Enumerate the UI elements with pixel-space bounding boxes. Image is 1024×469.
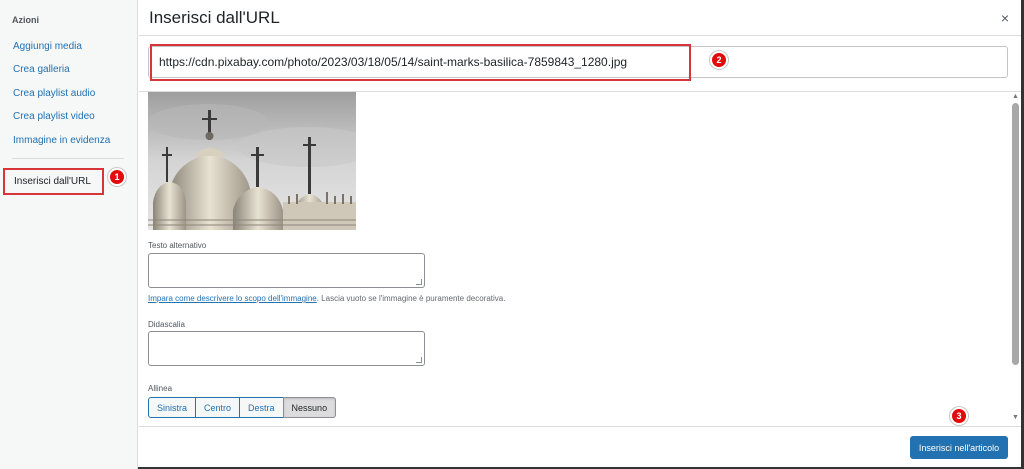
actions-sidebar: Azioni Aggiungi media Crea galleria Crea… bbox=[0, 0, 138, 469]
resize-handle-icon[interactable] bbox=[416, 279, 422, 285]
basilica-domes-image bbox=[148, 92, 356, 230]
align-label: Allinea bbox=[148, 384, 173, 393]
alt-text-field[interactable] bbox=[148, 253, 425, 288]
scroll-up-arrow-icon[interactable]: ▲ bbox=[1012, 93, 1019, 100]
sidebar-item-create-gallery[interactable]: Crea galleria bbox=[13, 64, 70, 75]
caption-label: Didascalia bbox=[148, 320, 185, 329]
media-modal: Azioni Aggiungi media Crea galleria Crea… bbox=[0, 0, 1024, 469]
image-preview bbox=[148, 92, 356, 230]
align-none-button[interactable]: Nessuno bbox=[282, 397, 337, 418]
modal-header: Inserisci dall'URL × bbox=[139, 0, 1021, 36]
sidebar-item-insert-from-url[interactable]: Inserisci dall'URL bbox=[3, 168, 104, 195]
sidebar-divider bbox=[12, 158, 124, 159]
page-title: Inserisci dall'URL bbox=[149, 8, 280, 27]
align-left-button[interactable]: Sinistra bbox=[148, 397, 197, 418]
alt-text-hint: Impara come descrivere lo scopo dell'imm… bbox=[148, 294, 505, 303]
resize-handle-icon[interactable] bbox=[416, 357, 422, 363]
align-button-group: Sinistra Centro Destra Nessuno bbox=[148, 397, 337, 418]
insert-into-post-button[interactable]: Inserisci nell'articolo bbox=[910, 436, 1008, 459]
alt-text-help-link[interactable]: Impara come descrivere lo scopo dell'imm… bbox=[148, 294, 317, 303]
close-icon[interactable]: × bbox=[1001, 10, 1009, 26]
caption-field[interactable] bbox=[148, 331, 425, 366]
content-scrollbar[interactable]: ▲ ▼ bbox=[1010, 93, 1021, 426]
step-badge-2: 2 bbox=[710, 51, 728, 69]
alt-text-label: Testo alternativo bbox=[148, 241, 207, 250]
sidebar-item-add-media[interactable]: Aggiungi media bbox=[13, 41, 82, 52]
sidebar-item-video-playlist[interactable]: Crea playlist video bbox=[13, 111, 95, 122]
step-badge-1: 1 bbox=[108, 168, 126, 186]
sidebar-item-featured-image[interactable]: Immagine in evidenza bbox=[13, 135, 110, 146]
align-center-button[interactable]: Centro bbox=[195, 397, 241, 418]
alt-text-hint-text: . Lascia vuoto se l'immagine è puramente… bbox=[316, 294, 506, 303]
url-input-value: https://cdn.pixabay.com/photo/2023/03/18… bbox=[159, 55, 628, 69]
scroll-down-arrow-icon[interactable]: ▼ bbox=[1012, 414, 1019, 421]
align-right-button[interactable]: Destra bbox=[239, 397, 284, 418]
scrollbar-thumb[interactable] bbox=[1012, 103, 1019, 365]
sidebar-item-audio-playlist[interactable]: Crea playlist audio bbox=[13, 88, 95, 99]
sidebar-heading: Azioni bbox=[12, 15, 39, 25]
modal-footer bbox=[139, 426, 1021, 467]
step-badge-3: 3 bbox=[950, 407, 968, 425]
